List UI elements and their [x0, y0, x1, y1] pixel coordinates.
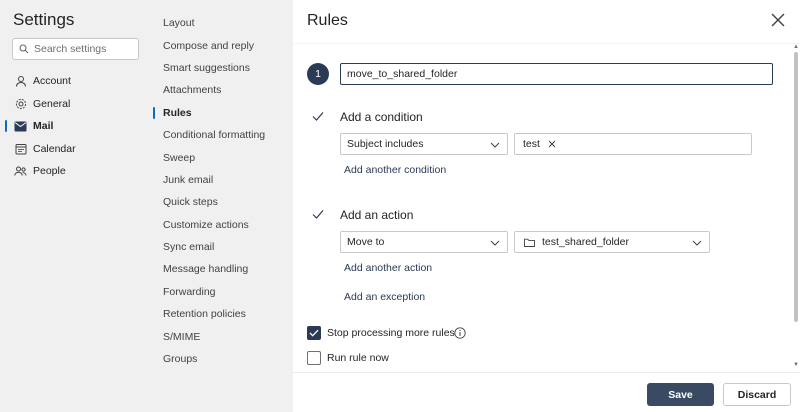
- mail-section-conditional-formatting[interactable]: Conditional formatting: [152, 124, 293, 146]
- settings-nav-list: Account General Mail Calendar People: [0, 70, 152, 183]
- nav-item-label: General: [33, 97, 71, 110]
- search-icon: [19, 44, 29, 54]
- gear-icon: [14, 97, 27, 110]
- mail-section-retention-policies[interactable]: Retention policies: [152, 303, 293, 325]
- mail-section-rules[interactable]: Rules: [152, 102, 293, 124]
- mail-settings-list: Layout Compose and reply Smart suggestio…: [152, 12, 293, 370]
- mail-section-quick-steps[interactable]: Quick steps: [152, 191, 293, 213]
- panel-title: Rules: [307, 12, 348, 29]
- nav-item-label: Mail: [33, 120, 54, 133]
- nav-item-account[interactable]: Account: [0, 70, 152, 93]
- mail-section-sync-email[interactable]: Sync email: [152, 236, 293, 258]
- condition-field-select[interactable]: Subject includes: [340, 133, 508, 155]
- discard-button[interactable]: Discard: [723, 383, 791, 406]
- close-icon[interactable]: [770, 12, 786, 28]
- add-exception-link[interactable]: Add an exception: [344, 291, 425, 303]
- search-input[interactable]: [34, 43, 134, 55]
- add-another-action-link[interactable]: Add another action: [344, 262, 432, 274]
- mail-section-compose-and-reply[interactable]: Compose and reply: [152, 34, 293, 56]
- action-folder-value: test_shared_folder: [542, 236, 629, 248]
- mail-section-attachments[interactable]: Attachments: [152, 79, 293, 101]
- checkmark-icon: [309, 205, 327, 223]
- chevron-down-icon: [490, 240, 500, 246]
- mail-section-forwarding[interactable]: Forwarding: [152, 281, 293, 303]
- rules-panel: Rules 1 Add a condition Subject includes…: [293, 0, 800, 412]
- search-box[interactable]: [12, 38, 139, 60]
- folder-icon: [524, 238, 535, 247]
- nav-item-label: Calendar: [33, 142, 76, 155]
- condition-field-value: Subject includes: [347, 138, 424, 150]
- scroll-up-arrow-icon[interactable]: ▲: [793, 44, 799, 50]
- nav-item-people[interactable]: People: [0, 160, 152, 183]
- checkmark-icon: [309, 329, 319, 337]
- condition-tag-label: test: [523, 138, 540, 150]
- chevron-down-icon: [692, 240, 702, 246]
- mail-section-message-handling[interactable]: Message handling: [152, 258, 293, 280]
- action-heading: Add an action: [340, 208, 414, 222]
- mail-section-smart-suggestions[interactable]: Smart suggestions: [152, 57, 293, 79]
- nav-item-mail[interactable]: Mail: [0, 115, 152, 138]
- remove-tag-icon[interactable]: [548, 140, 556, 148]
- action-field-select[interactable]: Move to: [340, 231, 508, 253]
- settings-title: Settings: [13, 10, 75, 29]
- step-number-badge: 1: [307, 63, 329, 85]
- nav-item-general[interactable]: General: [0, 93, 152, 116]
- checkmark-icon: [309, 107, 327, 125]
- action-field-value: Move to: [347, 236, 385, 248]
- mail-section-smime[interactable]: S/MIME: [152, 325, 293, 347]
- mail-section-groups[interactable]: Groups: [152, 348, 293, 370]
- mail-section-layout[interactable]: Layout: [152, 12, 293, 34]
- scrollbar-thumb[interactable]: [794, 52, 798, 322]
- action-folder-select[interactable]: test_shared_folder: [514, 231, 710, 253]
- settings-nav-pane: Settings Account General Mail Calendar P…: [0, 0, 152, 412]
- rule-name-input[interactable]: [340, 63, 773, 85]
- scroll-down-arrow-icon[interactable]: ▼: [793, 362, 799, 368]
- people-icon: [14, 165, 27, 178]
- run-rule-now-label: Run rule now: [327, 352, 389, 364]
- save-button[interactable]: Save: [647, 383, 714, 406]
- info-icon[interactable]: [454, 327, 466, 339]
- nav-item-calendar[interactable]: Calendar: [0, 138, 152, 161]
- condition-value-field[interactable]: test: [514, 133, 752, 155]
- stop-processing-checkbox[interactable]: [307, 326, 321, 340]
- person-icon: [14, 75, 27, 88]
- calendar-icon: [14, 142, 27, 155]
- header-divider: [293, 43, 800, 44]
- footer-divider: [293, 372, 800, 373]
- run-rule-now-checkbox[interactable]: [307, 351, 321, 365]
- mail-section-junk-email[interactable]: Junk email: [152, 169, 293, 191]
- nav-item-label: Account: [33, 75, 71, 88]
- add-another-condition-link[interactable]: Add another condition: [344, 164, 446, 176]
- nav-item-label: People: [33, 165, 66, 178]
- mail-icon: [14, 120, 27, 133]
- condition-tag[interactable]: test: [523, 138, 556, 150]
- chevron-down-icon: [490, 142, 500, 148]
- condition-heading: Add a condition: [340, 110, 423, 124]
- stop-processing-label: Stop processing more rules: [327, 327, 455, 339]
- mail-section-sweep[interactable]: Sweep: [152, 146, 293, 168]
- mail-section-customize-actions[interactable]: Customize actions: [152, 214, 293, 236]
- mail-settings-pane: Layout Compose and reply Smart suggestio…: [152, 0, 293, 412]
